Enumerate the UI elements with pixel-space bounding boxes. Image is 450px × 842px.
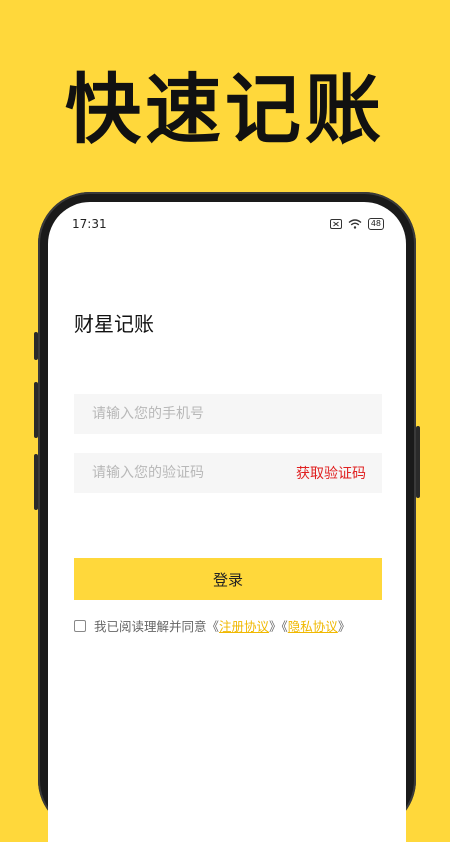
agreement-middle: 》《 <box>269 619 288 634</box>
code-input[interactable] <box>90 464 296 482</box>
phone-input[interactable] <box>90 405 366 423</box>
status-bar: 17:31 48 <box>72 216 384 232</box>
phone-frame: 17:31 48 财星记账 获取验证码 登录 <box>34 192 420 842</box>
phone-power-button <box>416 426 420 498</box>
battery-icon: 48 <box>367 218 384 230</box>
agreement-prefix: 我已阅读理解并同意《 <box>94 619 220 634</box>
app-title: 财星记账 <box>74 312 154 336</box>
no-sim-icon <box>329 219 342 229</box>
agreement-suffix: 》 <box>337 619 351 634</box>
phone-volume-up <box>34 382 38 438</box>
status-time: 17:31 <box>72 217 107 231</box>
register-agreement-link[interactable]: 注册协议 <box>219 616 269 635</box>
get-code-button[interactable]: 获取验证码 <box>296 463 366 483</box>
status-icons: 48 <box>329 218 384 230</box>
wifi-icon <box>348 219 362 229</box>
phone-side-button <box>34 332 38 360</box>
promo-headline: 快速记账 <box>65 65 385 154</box>
privacy-agreement-link[interactable]: 隐私协议 <box>288 616 338 635</box>
agree-checkbox[interactable] <box>74 619 86 632</box>
code-field[interactable]: 获取验证码 <box>74 453 382 493</box>
phone-volume-down <box>34 454 38 510</box>
login-button[interactable]: 登录 <box>74 558 382 600</box>
phone-screen: 17:31 48 财星记账 获取验证码 登录 <box>48 202 406 842</box>
agreement-row: 我已阅读理解并同意《 注册协议 》《 隐私协议 》 <box>74 616 350 635</box>
phone-field[interactable] <box>74 394 382 434</box>
